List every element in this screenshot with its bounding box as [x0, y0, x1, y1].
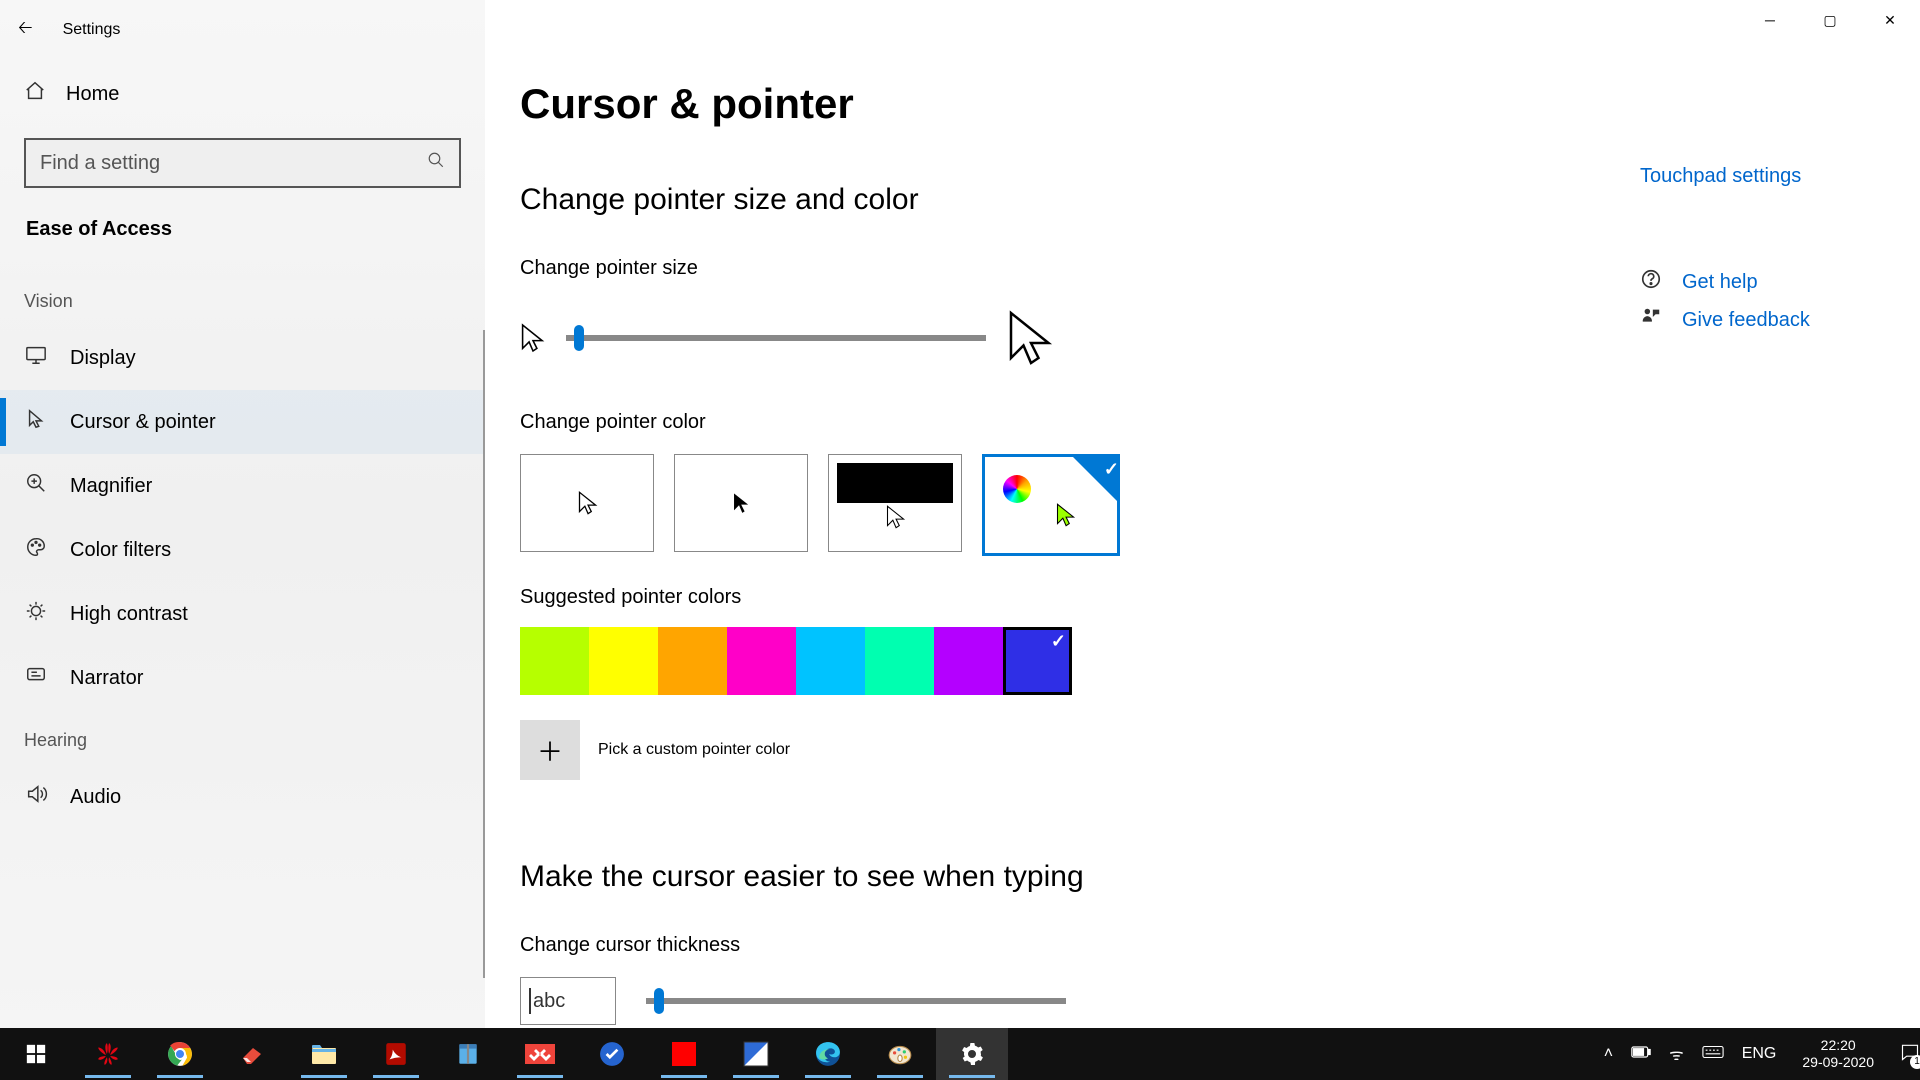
taskbar-app-todo[interactable] — [576, 1028, 648, 1080]
pointer-color-label: Change pointer color — [520, 411, 1920, 434]
taskbar-app-start[interactable] — [0, 1028, 72, 1080]
battery-icon[interactable] — [1631, 1045, 1651, 1063]
sidebar-item-label: Audio — [70, 786, 121, 809]
contrast-icon — [24, 600, 48, 628]
sidebar-item-label: Narrator — [70, 667, 143, 690]
color-swatch[interactable] — [934, 627, 1003, 695]
color-swatch[interactable] — [658, 627, 727, 695]
taskbar-app-eraser[interactable] — [216, 1028, 288, 1080]
search-input[interactable]: Find a setting — [24, 138, 461, 188]
taskbar-app-notebook[interactable] — [432, 1028, 504, 1080]
sidebar-heading: Ease of Access — [0, 218, 485, 271]
sidebar-item-high-contrast[interactable]: High contrast — [0, 582, 485, 646]
taskbar-app-chrome[interactable] — [144, 1028, 216, 1080]
color-swatch[interactable] — [796, 627, 865, 695]
taskbar-app-anydesk[interactable] — [504, 1028, 576, 1080]
taskbar-tray: ˄ ᯤ ENG 22:20 29-09-2020 1 — [1604, 1037, 1920, 1071]
settings-main: Cursor & pointer Change pointer size and… — [485, 0, 1920, 1028]
sidebar-item-label: Cursor & pointer — [70, 411, 216, 434]
connectivity-icon[interactable]: ᯤ — [1669, 1043, 1684, 1065]
back-button[interactable]: 🡠 — [18, 15, 33, 45]
cursor-thickness-control: abc — [520, 977, 1920, 1025]
get-help-link[interactable]: Get help — [1640, 268, 1810, 296]
magnifier-icon — [24, 472, 48, 500]
cursor-thickness-label: Change cursor thickness — [520, 934, 1920, 957]
sidebar-item-narrator[interactable]: Narrator — [0, 646, 485, 710]
sidebar-item-label: Magnifier — [70, 475, 152, 498]
sidebar-item-label: High contrast — [70, 603, 188, 626]
plus-icon: ＋ — [520, 720, 580, 780]
give-feedback-link[interactable]: Give feedback — [1640, 306, 1810, 334]
pick-custom-color-label: Pick a custom pointer color — [598, 741, 790, 759]
sidebar-item-label: Display — [70, 347, 136, 370]
color-swatch[interactable] — [589, 627, 658, 695]
narrator-icon — [24, 664, 48, 692]
window-title: Settings — [63, 21, 121, 39]
settings-sidebar: 🡠 Settings Home Find a setting Ease of A… — [0, 0, 485, 1038]
taskbar-app-huawei[interactable] — [72, 1028, 144, 1080]
audio-icon — [24, 783, 48, 811]
cursor-thickness-preview: abc — [520, 977, 616, 1025]
pointer-scheme-white[interactable] — [520, 454, 654, 552]
sidebar-item-audio[interactable]: Audio — [0, 765, 485, 829]
suggested-colors-label: Suggested pointer colors — [520, 586, 1920, 609]
home-icon — [24, 80, 46, 108]
color-swatch[interactable] — [1003, 627, 1072, 695]
sidebar-item-magnifier[interactable]: Magnifier — [0, 454, 485, 518]
sidebar-item-display[interactable]: Display — [0, 326, 485, 390]
suggested-colors-row — [520, 627, 1920, 695]
notifications-icon[interactable]: 1 — [1900, 1042, 1920, 1067]
pick-custom-color[interactable]: ＋ Pick a custom pointer color — [520, 720, 1920, 780]
taskbar-app-edge[interactable] — [792, 1028, 864, 1080]
taskbar-app-image[interactable] — [720, 1028, 792, 1080]
taskbar-app-paint[interactable] — [864, 1028, 936, 1080]
pointer-scheme-custom[interactable] — [982, 454, 1120, 556]
sidebar-home[interactable]: Home — [0, 50, 485, 118]
keyboard-icon[interactable] — [1702, 1045, 1724, 1064]
related-links: Touchpad settings Get help Give feedback — [1640, 165, 1810, 334]
settings-window: ─ ▢ ✕ 🡠 Settings Home Find a setting Eas… — [0, 0, 1920, 1028]
language-indicator[interactable]: ENG — [1742, 1045, 1777, 1063]
taskbar-app-explorer[interactable] — [288, 1028, 360, 1080]
page-title: Cursor & pointer — [520, 80, 1920, 128]
cursor-thickness-slider[interactable] — [646, 998, 1066, 1004]
sidebar-group-vision: Vision — [0, 271, 485, 326]
taskbar-app-settings[interactable] — [936, 1028, 1008, 1080]
help-icon — [1640, 268, 1664, 296]
pointer-scheme-inverted[interactable] — [828, 454, 962, 552]
search-icon — [427, 151, 445, 175]
color-swatch[interactable] — [520, 627, 589, 695]
taskbar-app-pdf[interactable] — [360, 1028, 432, 1080]
sidebar-item-color-filters[interactable]: Color filters — [0, 518, 485, 582]
pointer-scheme-black[interactable] — [674, 454, 808, 552]
pointer-size-slider[interactable] — [566, 335, 986, 341]
search-placeholder: Find a setting — [40, 152, 160, 175]
display-icon — [24, 344, 48, 372]
cursor-large-icon — [1006, 305, 1056, 371]
feedback-icon — [1640, 306, 1664, 334]
cursor-small-icon — [520, 322, 546, 354]
taskbar-app-red[interactable] — [648, 1028, 720, 1080]
color-swatch[interactable] — [727, 627, 796, 695]
cursor-icon — [24, 408, 48, 436]
sidebar-item-label: Color filters — [70, 539, 171, 562]
section-cursor-typing: Make the cursor easier to see when typin… — [520, 860, 1920, 894]
sidebar-home-label: Home — [66, 83, 119, 106]
pointer-color-scheme-row — [520, 454, 1920, 556]
palette-icon — [24, 536, 48, 564]
sidebar-item-cursor-pointer[interactable]: Cursor & pointer — [0, 390, 485, 454]
taskbar-apps — [0, 1028, 1008, 1080]
color-swatch[interactable] — [865, 627, 934, 695]
sidebar-group-hearing: Hearing — [0, 710, 485, 765]
tray-overflow-icon[interactable]: ˄ — [1604, 1045, 1613, 1063]
taskbar-clock[interactable]: 22:20 29-09-2020 — [1802, 1037, 1874, 1071]
taskbar: ˄ ᯤ ENG 22:20 29-09-2020 1 — [0, 1028, 1920, 1080]
touchpad-settings-link[interactable]: Touchpad settings — [1640, 165, 1810, 188]
